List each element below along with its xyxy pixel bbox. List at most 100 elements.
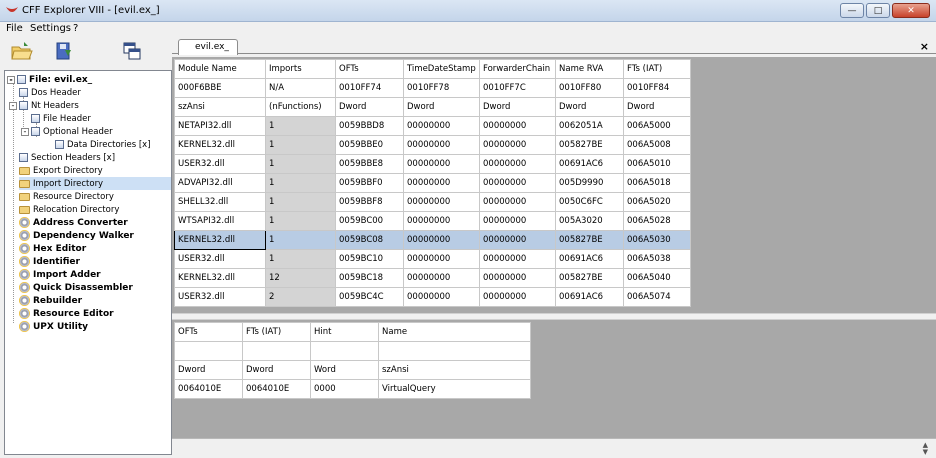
table-cell[interactable]: 1 xyxy=(265,154,336,174)
table-cell[interactable]: 006A5028 xyxy=(623,211,691,231)
table-cell[interactable]: 00000000 xyxy=(479,268,556,288)
table-cell[interactable]: 00000000 xyxy=(403,249,480,269)
table-cell[interactable]: 0059BBE0 xyxy=(335,135,404,155)
table-cell[interactable]: 00000000 xyxy=(403,173,480,193)
collapse-icon[interactable]: - xyxy=(21,127,29,136)
table-cell[interactable]: 006A5074 xyxy=(623,287,691,307)
table-cell[interactable]: 0059BBF8 xyxy=(335,192,404,212)
table-cell[interactable]: 0010FF7C xyxy=(479,78,556,98)
tree-tool-quick-disassembler[interactable]: Quick Disassembler xyxy=(19,281,133,294)
table-cell[interactable]: ForwarderChain xyxy=(479,59,556,79)
table-cell[interactable]: 00000000 xyxy=(479,249,556,269)
table-cell[interactable]: 00691AC6 xyxy=(555,287,624,307)
tree-tool-identifier[interactable]: Identifier xyxy=(19,255,80,268)
table-cell[interactable]: 00000000 xyxy=(403,287,480,307)
table-cell[interactable]: Name RVA xyxy=(555,59,624,79)
table-cell[interactable]: 00000000 xyxy=(403,230,480,250)
table-cell[interactable]: FTs (IAT) xyxy=(623,59,691,79)
table-cell[interactable]: OFTs xyxy=(174,322,243,342)
table-cell[interactable]: 1 xyxy=(265,230,336,250)
table-cell[interactable] xyxy=(174,341,243,361)
table-row[interactable]: 0064010E 0064010E 0000 VirtualQuery xyxy=(174,379,531,399)
table-cell[interactable]: 1 xyxy=(265,192,336,212)
table-cell[interactable]: USER32.dll xyxy=(174,154,266,174)
menu-help[interactable]: ? xyxy=(73,23,78,34)
table-cell[interactable]: 0059BC00 xyxy=(335,211,404,231)
tree-item-nt-headers[interactable]: - Nt Headers xyxy=(9,99,79,112)
open-folder-icon[interactable] xyxy=(10,40,34,62)
table-cell[interactable]: 0059BBF0 xyxy=(335,173,404,193)
table-cell[interactable]: N/A xyxy=(265,78,336,98)
tree-item-import-directory[interactable]: Import Directory xyxy=(19,177,171,190)
table-cell[interactable]: 1 xyxy=(265,173,336,193)
table-cell[interactable] xyxy=(378,341,531,361)
table-cell[interactable]: 00000000 xyxy=(479,192,556,212)
table-cell[interactable]: 00000000 xyxy=(479,154,556,174)
table-cell[interactable]: 00691AC6 xyxy=(555,154,624,174)
tree-item-section-headers[interactable]: Section Headers [x] xyxy=(19,151,115,164)
table-cell[interactable]: 005827BE xyxy=(555,230,624,250)
table-row[interactable]: KERNEL32.dll 12 0059BC18 00000000 00000000 00… xyxy=(174,268,691,288)
table-cell[interactable]: Name xyxy=(378,322,531,342)
table-cell[interactable]: VirtualQuery xyxy=(378,379,531,399)
table-cell[interactable]: USER32.dll xyxy=(174,287,266,307)
tree-tool-upx-utility[interactable]: UPX Utility xyxy=(19,320,88,333)
table-cell[interactable]: Imports xyxy=(265,59,336,79)
table-cell[interactable]: (nFunctions) xyxy=(265,97,336,117)
tree-tool-address-converter[interactable]: Address Converter xyxy=(19,216,128,229)
table-cell[interactable]: KERNEL32.dll xyxy=(174,268,266,288)
panel-splitter[interactable] xyxy=(172,313,936,320)
table-cell[interactable]: 0059BC4C xyxy=(335,287,404,307)
table-row[interactable]: USER32.dll 2 0059BC4C 00000000 00000000 00691… xyxy=(174,287,691,307)
table-cell[interactable]: 0064010E xyxy=(242,379,311,399)
table-cell[interactable]: Dword xyxy=(242,360,311,380)
table-cell[interactable]: 00000000 xyxy=(479,287,556,307)
close-button[interactable]: ✕ xyxy=(892,3,930,18)
tree-tool-rebuilder[interactable]: Rebuilder xyxy=(19,294,82,307)
table-cell[interactable]: 0062051A xyxy=(555,116,624,136)
table-row[interactable]: KERNEL32.dll 1 0059BC08 00000000 00000000 005… xyxy=(174,230,691,250)
table-row[interactable]: ADVAPI32.dll 1 0059BBF0 00000000 00000000 005… xyxy=(174,173,691,193)
table-cell[interactable]: 005827BE xyxy=(555,135,624,155)
table-cell[interactable]: 0059BC18 xyxy=(335,268,404,288)
tree-tool-import-adder[interactable]: Import Adder xyxy=(19,268,101,281)
table-cell[interactable]: 0010FF80 xyxy=(555,78,624,98)
table-cell[interactable]: TimeDateStamp xyxy=(403,59,480,79)
table-cell[interactable]: Hint xyxy=(310,322,379,342)
table-row[interactable]: SHELL32.dll 1 0059BBF8 00000000 00000000 0050… xyxy=(174,192,691,212)
spin-down-icon[interactable]: ▼ xyxy=(923,449,928,456)
table-cell[interactable]: OFTs xyxy=(335,59,404,79)
table-cell[interactable]: szAnsi xyxy=(174,97,266,117)
table-cell[interactable]: Module Name xyxy=(174,59,266,79)
table-cell[interactable]: 1 xyxy=(265,249,336,269)
table-cell[interactable]: 00000000 xyxy=(403,268,480,288)
table-cell[interactable]: 005D9990 xyxy=(555,173,624,193)
tree-tool-resource-editor[interactable]: Resource Editor xyxy=(19,307,114,320)
minimize-button[interactable]: — xyxy=(840,3,864,18)
table-cell[interactable]: 00000000 xyxy=(479,230,556,250)
tree-item-resource-directory[interactable]: Resource Directory xyxy=(19,190,114,203)
table-cell[interactable]: 00000000 xyxy=(403,135,480,155)
table-cell[interactable]: WTSAPI32.dll xyxy=(174,211,266,231)
table-cell[interactable]: 00000000 xyxy=(403,154,480,174)
table-cell[interactable]: 1 xyxy=(265,135,336,155)
collapse-icon[interactable]: - xyxy=(7,75,15,84)
table-cell[interactable]: KERNEL32.dll xyxy=(174,230,266,250)
menu-file[interactable]: File xyxy=(6,23,23,34)
table-cell[interactable]: 006A5030 xyxy=(623,230,691,250)
table-cell[interactable]: 00000000 xyxy=(479,211,556,231)
windows-icon[interactable] xyxy=(120,40,144,62)
table-cell[interactable]: 1 xyxy=(265,211,336,231)
save-icon[interactable] xyxy=(52,40,76,62)
scroll-spinner[interactable]: ▲ ▼ xyxy=(923,442,928,456)
table-cell[interactable]: 12 xyxy=(265,268,336,288)
table-cell[interactable]: 006A5010 xyxy=(623,154,691,174)
collapse-icon[interactable]: - xyxy=(9,101,17,110)
table-cell[interactable]: 006A5038 xyxy=(623,249,691,269)
table-cell[interactable]: 0059BBD8 xyxy=(335,116,404,136)
table-cell[interactable]: KERNEL32.dll xyxy=(174,135,266,155)
table-cell[interactable]: USER32.dll xyxy=(174,249,266,269)
table-cell[interactable]: 0010FF78 xyxy=(403,78,480,98)
table-cell[interactable]: Dword xyxy=(479,97,556,117)
table-cell[interactable]: 0059BC10 xyxy=(335,249,404,269)
